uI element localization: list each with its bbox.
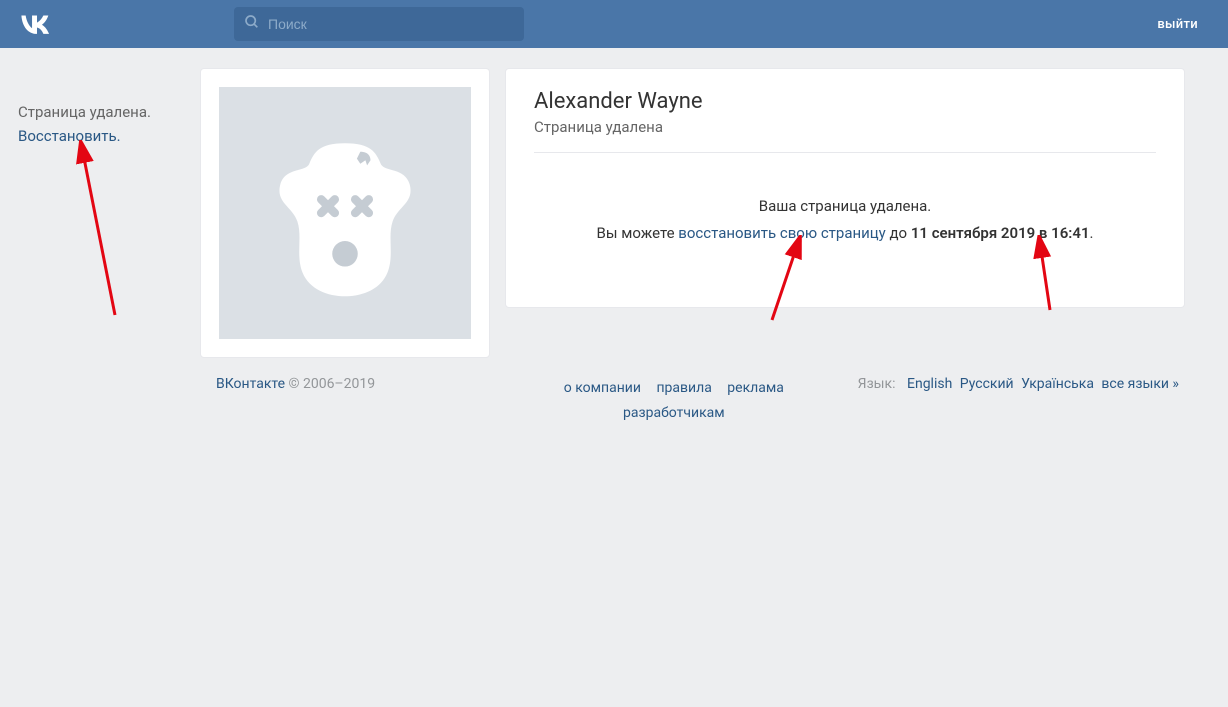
left-sidebar: Страница удалена. Восстановить. [0,68,200,358]
lang-russian[interactable]: Русский [960,376,1014,392]
restore-prefix: Вы можете [597,224,679,242]
footer: ВКонтакте © 2006–2019 о компании правила… [200,358,1185,466]
footer-copyright: © 2006–2019 [285,376,375,392]
footer-links: о компании правила реклама разработчикам [490,376,858,426]
footer-link-devs[interactable]: разработчикам [623,405,725,421]
lang-all[interactable]: все языки » [1101,376,1179,392]
lang-ukrainian[interactable]: Українська [1021,376,1094,392]
vk-logo[interactable] [20,14,54,34]
header-bar: выйти [0,0,1228,48]
sidebar-deleted-text: Страница удалена. [18,100,200,124]
footer-lang-label: Язык: [858,376,896,392]
footer-lang-block: Язык: English Русский Українська все язы… [858,376,1185,426]
deleted-heading: Ваша страница удалена. [534,193,1156,220]
footer-brand-block: ВКонтакте © 2006–2019 [200,376,490,426]
sidebar-restore-link[interactable]: Восстановить. [18,127,121,145]
search-icon [244,14,260,34]
footer-link-ads[interactable]: реклама [727,380,784,396]
deleted-message-block: Ваша страница удалена. Вы можете восстан… [534,153,1156,247]
avatar-panel [200,68,490,358]
profile-name: Alexander Wayne [534,89,1156,114]
restore-suffix: . [1090,224,1094,242]
footer-brand-link[interactable]: ВКонтакте [216,376,285,392]
restore-page-link[interactable]: восстановить свою страницу [678,224,886,242]
restore-middle: до [886,224,911,242]
profile-status: Страница удалена [534,118,1156,153]
footer-link-about[interactable]: о компании [564,380,641,396]
profile-panel: Alexander Wayne Страница удалена Ваша ст… [505,68,1185,308]
avatar-deleted-image [219,87,471,339]
footer-link-rules[interactable]: правила [656,380,711,396]
restore-sentence: Вы можете восстановить свою страницу до … [534,220,1156,247]
search-box[interactable] [234,7,524,41]
lang-english[interactable]: English [907,376,952,392]
search-input[interactable] [268,16,514,32]
restore-deadline: 11 сентября 2019 в 16:41 [911,224,1090,242]
logout-link[interactable]: выйти [1147,11,1208,38]
